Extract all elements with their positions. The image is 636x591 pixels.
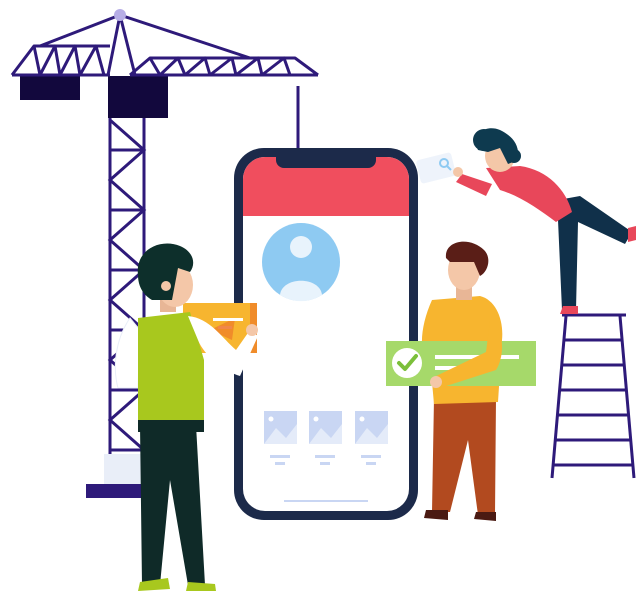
dark-pants <box>140 425 205 585</box>
red-shirt <box>486 166 572 222</box>
phone-home-indicator <box>284 500 368 502</box>
crane-counterweight-left <box>20 76 80 100</box>
step-ladder <box>550 313 636 479</box>
app-building-illustration <box>10 9 636 591</box>
smartphone-mockup <box>234 148 418 520</box>
phone-notch <box>276 154 376 168</box>
brown-pants <box>432 398 496 515</box>
crane-jib <box>10 13 319 77</box>
crane-peak-pulley <box>114 9 126 21</box>
crane-counterweight-right <box>108 76 168 118</box>
profile-avatar-icon <box>262 223 340 302</box>
person-on-ladder <box>416 128 636 314</box>
